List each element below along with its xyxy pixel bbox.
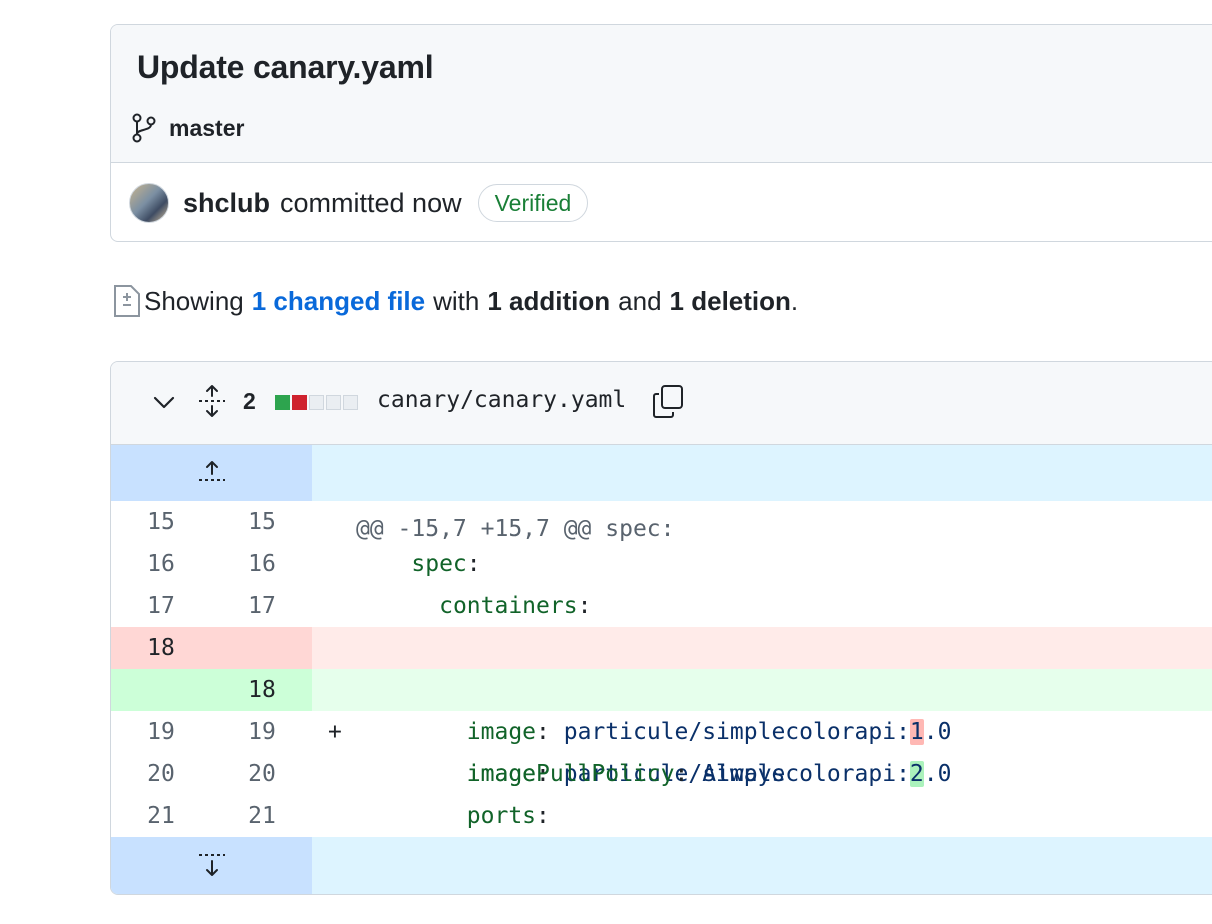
summary-with: with [433,285,480,316]
old-line-number[interactable]: 19 [111,711,211,753]
avatar[interactable] [129,183,169,223]
change-count: 2 [243,388,256,414]
branch-name[interactable]: master [169,115,244,142]
copy-icon[interactable] [651,384,685,420]
code-line: - image: particule/simplecolorapi:1.0 [312,627,1212,745]
old-line-number[interactable]: 18 [111,627,211,669]
diffstat-block-neutral [326,395,341,410]
deletions-count: 1 deletion [669,285,791,316]
expand-up-gutter[interactable] [111,445,312,501]
expand-down-filler [312,837,1212,894]
code-line: containers: [439,593,592,619]
diffstat-block-del [292,395,307,410]
code-line: imagePullPolicy: Always [466,761,786,787]
file-diff: 2 canary/canary.yaml @@ -15,7 +15,7 @@ s… [110,361,1212,895]
expand-down-row [111,837,1212,894]
author-name[interactable]: shclub [183,188,270,219]
branch-indicator[interactable]: master [131,113,244,143]
expand-up-icon[interactable] [197,459,227,485]
new-line-number[interactable]: 21 [212,795,312,837]
diff-line: 17 17 - name: canary-rollouts-demo [111,585,1212,661]
code-line: - containerPort: 5000 [312,795,1212,871]
old-line-number[interactable]: 17 [111,585,211,627]
old-line-number[interactable]: 20 [111,753,211,795]
commit-title: Update canary.yaml [137,49,434,85]
diff-line-deletion: 18 - image: particule/simplecolorapi:1.0 [111,627,1212,745]
diff-line: 15 15 spec: [111,501,1212,577]
commit-header-top: Update canary.yaml master [111,25,1212,163]
summary-and: and [618,285,662,316]
git-branch-icon [132,113,156,143]
new-line-number[interactable]: 15 [212,501,312,543]
chevron-down-icon[interactable] [151,389,177,415]
summary-period: . [790,285,799,316]
code-line: ports: [466,803,550,829]
expand-down-gutter[interactable] [111,837,312,894]
diffstat-block-add [275,395,290,410]
old-line-number[interactable]: 15 [111,501,211,543]
unfold-icon[interactable] [197,384,227,418]
commit-time: committed now [280,187,462,218]
hunk-header-text: @@ -15,7 +15,7 @@ spec: [356,516,675,542]
new-line-number[interactable]: 19 [212,711,312,753]
new-line-number[interactable]: 17 [212,585,312,627]
file-name-link[interactable]: canary/canary.yaml [377,387,626,413]
additions-count: 1 addition [487,285,611,316]
old-line-number[interactable]: 16 [111,543,211,585]
old-line-number[interactable]: 21 [111,795,211,837]
file-diff-header: 2 canary/canary.yaml [111,362,1212,445]
code-line: spec: [411,551,481,577]
commit-meta: shclub committed now Verified [111,163,1212,241]
diff-line: 19 19 imagePullPolicy: Always [111,711,1212,787]
expand-down-icon[interactable] [197,851,227,881]
diff-line: 20 20 ports: [111,753,1212,829]
diff-line: 21 21 - containerPort: 5000 [111,795,1212,871]
verified-badge[interactable]: Verified [477,184,589,222]
new-line-number[interactable]: 20 [212,753,312,795]
summary-prefix: Showing [144,285,244,316]
diffstat-block-neutral [309,395,324,410]
diff-line: 16 16 containers: [111,543,1212,619]
commit-header-card: Update canary.yaml master shclub committ… [110,24,1212,242]
code-line: + image: particule/simplecolorapi:2.0 [312,669,1212,787]
code-line: - name: canary-rollouts-demo [312,585,1212,661]
diff-line-addition: 18 + image: particule/simplecolorapi:2.0 [111,669,1212,787]
changed-files-link[interactable]: 1 changed file [252,286,425,317]
diffstat-block-neutral [343,395,358,410]
diffstat-bar [275,395,358,410]
new-line-number[interactable]: 18 [212,669,312,711]
new-line-number[interactable]: 16 [212,543,312,585]
hunk-header-row: @@ -15,7 +15,7 @@ spec: [111,445,1212,542]
diff-summary: Showing 1 changed file with 1 addition a… [112,284,798,318]
file-diff-icon [114,285,140,317]
